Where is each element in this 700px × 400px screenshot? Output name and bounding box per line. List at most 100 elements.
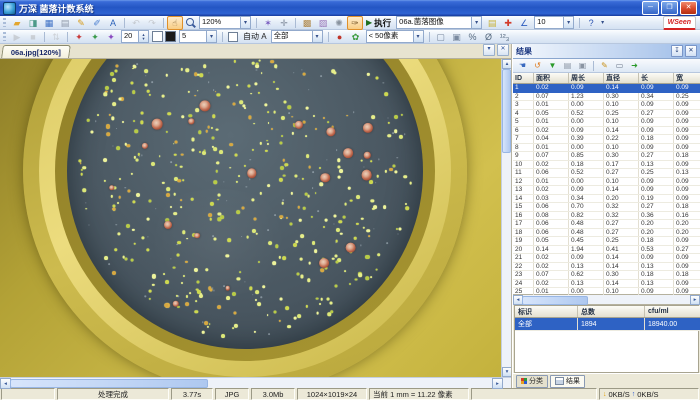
summary-column-header[interactable]: 总数 [578,306,645,318]
scroll-right-icon[interactable]: ▸ [690,295,700,305]
table-row[interactable]: 30.010.000.100.090.091 [513,101,700,110]
minimize-button[interactable]: ─ [642,1,659,15]
add-colony-icon[interactable]: ✚ [500,16,516,30]
note-icon[interactable]: ▤ [484,16,500,30]
green-flower-icon[interactable]: ✿ [348,30,364,44]
table-row[interactable]: 110.060.520.270.250.132 [513,169,700,178]
percent-icon[interactable]: % [465,30,481,44]
column-header[interactable]: 直径 [604,73,639,84]
dropdown-arrow-icon[interactable]: ▾ [312,31,322,42]
redo-icon[interactable]: ↷ [144,16,160,30]
image-select-combo[interactable]: 06a.菌落图像▾ [396,16,482,29]
enhance-purple-icon[interactable]: ✦ [103,30,119,44]
tab-close-icon[interactable]: ✕ [497,44,509,56]
red-sphere-icon[interactable]: ● [332,30,348,44]
angle-icon[interactable]: ∠ [516,16,532,30]
image-horizontal-scrollbar[interactable]: ◂ ▸ [0,377,511,388]
table-row[interactable]: 190.050.450.250.180.092 [513,237,700,246]
restore-button[interactable]: ❐ [661,1,678,15]
copy-icon[interactable]: ▣ [575,59,590,73]
enhance-red-icon[interactable]: ✦ [71,30,87,44]
table-row[interactable]: 180.060.480.270.200.201 [513,228,700,237]
table-row[interactable]: 10.020.090.140.090.091 [513,84,700,93]
image-vertical-scrollbar[interactable]: ▴ ▾ [501,59,511,377]
table-row[interactable]: 220.020.130.140.130.091 [513,262,700,271]
horizontal-scroll-thumb[interactable] [10,379,208,388]
column-header[interactable]: 长 [639,73,674,84]
wand-icon[interactable]: ✶ [260,16,276,30]
column-header[interactable]: ID [513,73,534,84]
toolbar-grip[interactable] [3,32,6,41]
stamp-icon[interactable]: ▨ [315,16,331,30]
new-doc-icon[interactable]: ▢ [433,30,449,44]
zoom-tool-icon[interactable] [183,17,197,29]
auto-checkbox[interactable] [228,32,238,42]
table-row[interactable]: 200.141.940.410.530.272 [513,245,700,254]
close-button[interactable]: ✕ [680,1,697,15]
summary-column-header[interactable]: 标识 [515,306,578,318]
export-icon[interactable]: ▤ [560,59,575,73]
petri-dish-image[interactable]: ▴ ▾ [0,59,511,377]
results-table[interactable]: ID面积周长直径长宽标识 10.020.090.140.090.09120.07… [513,73,700,322]
filter-icon[interactable]: ▼ [545,59,560,73]
table-row[interactable]: 150.060.700.320.270.181 [513,203,700,212]
table-row[interactable]: 90.070.850.300.270.181 [513,152,700,161]
camera-icon[interactable]: ◨ [25,16,41,30]
table-row[interactable]: 100.020.180.170.130.091 [513,160,700,169]
dropdown-arrow-icon[interactable]: ▾ [240,17,250,28]
run-button[interactable]: ▶执行 [363,17,394,29]
column-header[interactable]: 面积 [534,73,569,84]
help-dropdown-icon[interactable]: ▾ [601,19,604,26]
text-tool-icon[interactable]: A [105,16,121,30]
diameter-icon[interactable]: Ø [481,30,497,44]
summary-column-header[interactable]: cfu/ml [645,306,700,318]
numbering-icon[interactable]: ¹²₃ [497,30,513,44]
tab-image-06a[interactable]: 06a.jpg[120%] [1,45,71,58]
table-row[interactable]: 160.080.820.320.360.162 [513,211,700,220]
column-header[interactable]: 周长 [569,73,604,84]
scroll-right-icon[interactable]: ▸ [492,378,503,389]
pan-hand-icon[interactable]: ☝ [167,16,183,30]
stop-icon[interactable]: ■ [25,30,41,44]
save-icon[interactable]: ▦ [41,16,57,30]
tools-icon[interactable]: ✛ [276,16,292,30]
dropper-icon[interactable]: ✑ [347,16,363,30]
foreground-swatch[interactable] [152,31,163,42]
refresh-icon[interactable]: ↺ [530,59,545,73]
dropdown-arrow-icon[interactable]: ▾ [413,31,423,42]
table-row[interactable]: 40.050.520.250.270.093 [513,109,700,118]
table-row[interactable]: 140.030.340.200.190.092 [513,194,700,203]
rect-select-icon[interactable]: ▭ [612,59,627,73]
open-folder-icon[interactable]: ▰ [9,16,25,30]
threshold-combo[interactable]: 10▾ [534,16,574,29]
table-row[interactable]: 60.020.090.140.090.091 [513,126,700,135]
scroll-up-icon[interactable]: ▴ [502,59,511,69]
enhance-green-icon[interactable]: ✦ [87,30,103,44]
spinner-arrows-icon[interactable]: ▴▾ [138,31,148,42]
scroll-down-icon[interactable]: ▾ [502,367,511,377]
table-row[interactable]: 50.010.000.100.090.091 [513,118,700,127]
tab-classification[interactable]: 分类 [516,375,548,388]
summary-row[interactable]: 全部189418940.00 [515,318,700,331]
panel-close-icon[interactable]: ✕ [685,45,697,57]
flip-icon[interactable]: ⇅ [48,30,64,44]
dropdown-arrow-icon[interactable]: ▾ [206,31,216,42]
vertical-scroll-thumb[interactable] [502,69,511,153]
zoom-level-combo[interactable]: 120%▾ [199,16,251,29]
dropdown-arrow-icon[interactable]: ▾ [471,17,481,28]
gear-icon[interactable]: ✺ [331,16,347,30]
pencil-icon[interactable]: ✎ [73,16,89,30]
copy-layer-icon[interactable]: ▩ [299,16,315,30]
help-icon[interactable]: ? [583,16,599,30]
table-row[interactable]: 230.070.620.300.180.181 [513,271,700,280]
table-row[interactable]: 170.060.480.270.200.201 [513,220,700,229]
draw-shape-icon[interactable]: ✐ [89,16,105,30]
background-swatch[interactable] [165,31,176,42]
column-header[interactable]: 宽 [674,73,700,84]
table-row[interactable]: 20.071.230.300.340.251 [513,92,700,101]
table-row[interactable]: 240.020.130.140.130.091 [513,279,700,288]
select-hand-icon[interactable]: ☚ [515,59,530,73]
table-row[interactable]: 120.010.000.100.090.091 [513,177,700,186]
doc-icon[interactable]: ▣ [449,30,465,44]
table-row[interactable]: 130.020.090.140.090.091 [513,186,700,195]
